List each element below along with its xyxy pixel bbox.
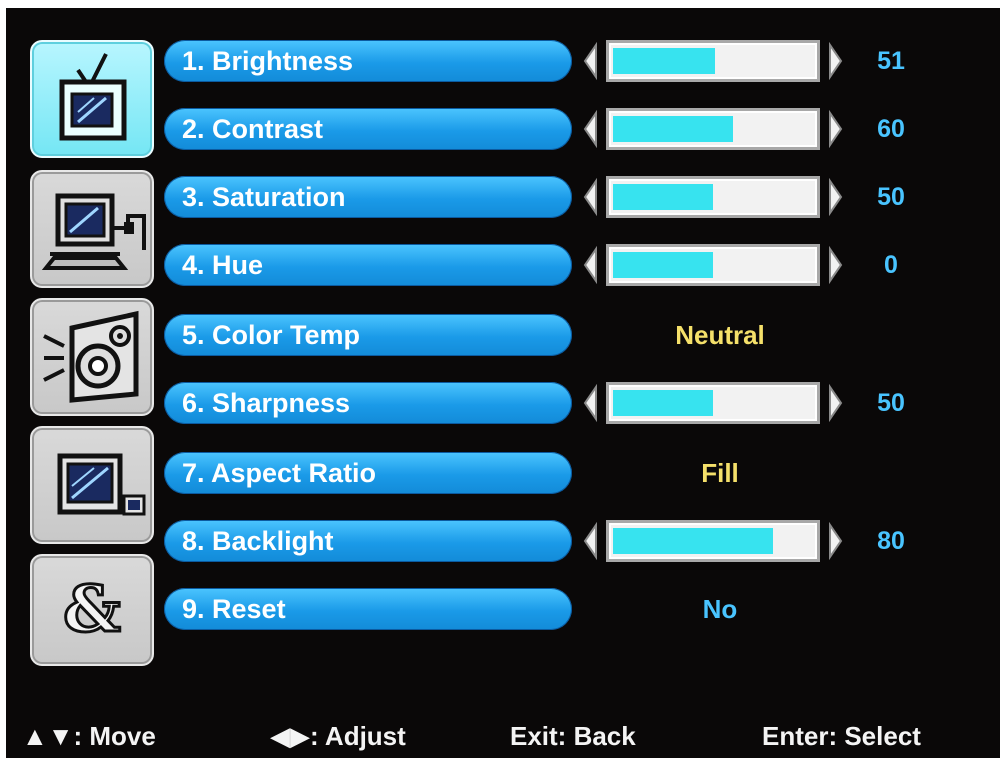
value-slider[interactable] xyxy=(606,520,820,562)
decrease-arrow-icon[interactable] xyxy=(582,384,600,422)
option-value[interactable]: No xyxy=(606,588,834,630)
increase-arrow-icon[interactable] xyxy=(826,522,844,560)
decrease-arrow-icon[interactable] xyxy=(582,522,600,560)
ampersand-icon: & xyxy=(62,571,123,649)
footer-adjust: ◀▶: Adjust xyxy=(270,720,406,752)
slider-fill xyxy=(613,116,733,142)
slider-fill xyxy=(613,390,713,416)
footer-enter: Enter: Select xyxy=(762,721,921,751)
option-value[interactable]: Neutral xyxy=(606,314,834,356)
increase-arrow-icon[interactable] xyxy=(826,42,844,80)
slider-fill xyxy=(613,252,713,278)
left-right-arrows-icon: ◀▶ xyxy=(270,721,310,751)
menu-item[interactable]: 5. Color Temp xyxy=(164,314,572,356)
menu-item[interactable]: 3. Saturation xyxy=(164,176,572,218)
tv-icon xyxy=(59,53,127,141)
value-slider[interactable] xyxy=(606,40,820,82)
slider-fill xyxy=(613,528,773,554)
menu-item[interactable]: 8. Backlight xyxy=(164,520,572,562)
value-slider[interactable] xyxy=(606,108,820,150)
pc-input-icon xyxy=(41,193,146,270)
slider-fill xyxy=(613,184,713,210)
tab-options[interactable]: & xyxy=(30,554,154,666)
tab-pip[interactable] xyxy=(30,426,154,544)
pip-icon xyxy=(57,453,146,516)
footer-move: ▲▼: Move xyxy=(22,720,156,752)
decrease-arrow-icon[interactable] xyxy=(582,178,600,216)
value-readout: 51 xyxy=(877,47,905,75)
increase-arrow-icon[interactable] xyxy=(826,110,844,148)
decrease-arrow-icon[interactable] xyxy=(582,110,600,148)
menu-item[interactable]: 6. Sharpness xyxy=(164,382,572,424)
slider-fill xyxy=(613,48,715,74)
value-readout: 50 xyxy=(877,389,905,417)
menu-item[interactable]: 7. Aspect Ratio xyxy=(164,452,572,494)
value-slider[interactable] xyxy=(606,176,820,218)
menu-item[interactable]: 2. Contrast xyxy=(164,108,572,150)
increase-arrow-icon[interactable] xyxy=(826,384,844,422)
increase-arrow-icon[interactable] xyxy=(826,178,844,216)
tab-picture[interactable] xyxy=(30,40,154,158)
value-readout: 80 xyxy=(877,527,905,555)
option-value[interactable]: Fill xyxy=(606,452,834,494)
up-down-arrows-icon: ▲▼ xyxy=(22,721,74,751)
tab-pc[interactable] xyxy=(30,170,154,288)
adjust-hint: : Adjust xyxy=(310,721,406,751)
menu-item[interactable]: 1. Brightness xyxy=(164,40,572,82)
decrease-arrow-icon[interactable] xyxy=(582,246,600,284)
value-readout: 60 xyxy=(877,115,905,143)
audio-speaker-icon xyxy=(43,310,139,403)
move-hint: : Move xyxy=(73,721,156,751)
value-readout: 0 xyxy=(884,251,898,279)
increase-arrow-icon[interactable] xyxy=(826,246,844,284)
value-readout: 50 xyxy=(877,183,905,211)
tab-audio[interactable] xyxy=(30,298,154,416)
osd-screen: & 1. Brightness 51 2. Contrast 60 3. Saturat… xyxy=(6,8,1000,758)
menu-item[interactable]: 4. Hue xyxy=(164,244,572,286)
menu-item[interactable]: 9. Reset xyxy=(164,588,572,630)
value-slider[interactable] xyxy=(606,244,820,286)
decrease-arrow-icon[interactable] xyxy=(582,42,600,80)
footer-exit: Exit: Back xyxy=(510,721,636,751)
value-slider[interactable] xyxy=(606,382,820,424)
